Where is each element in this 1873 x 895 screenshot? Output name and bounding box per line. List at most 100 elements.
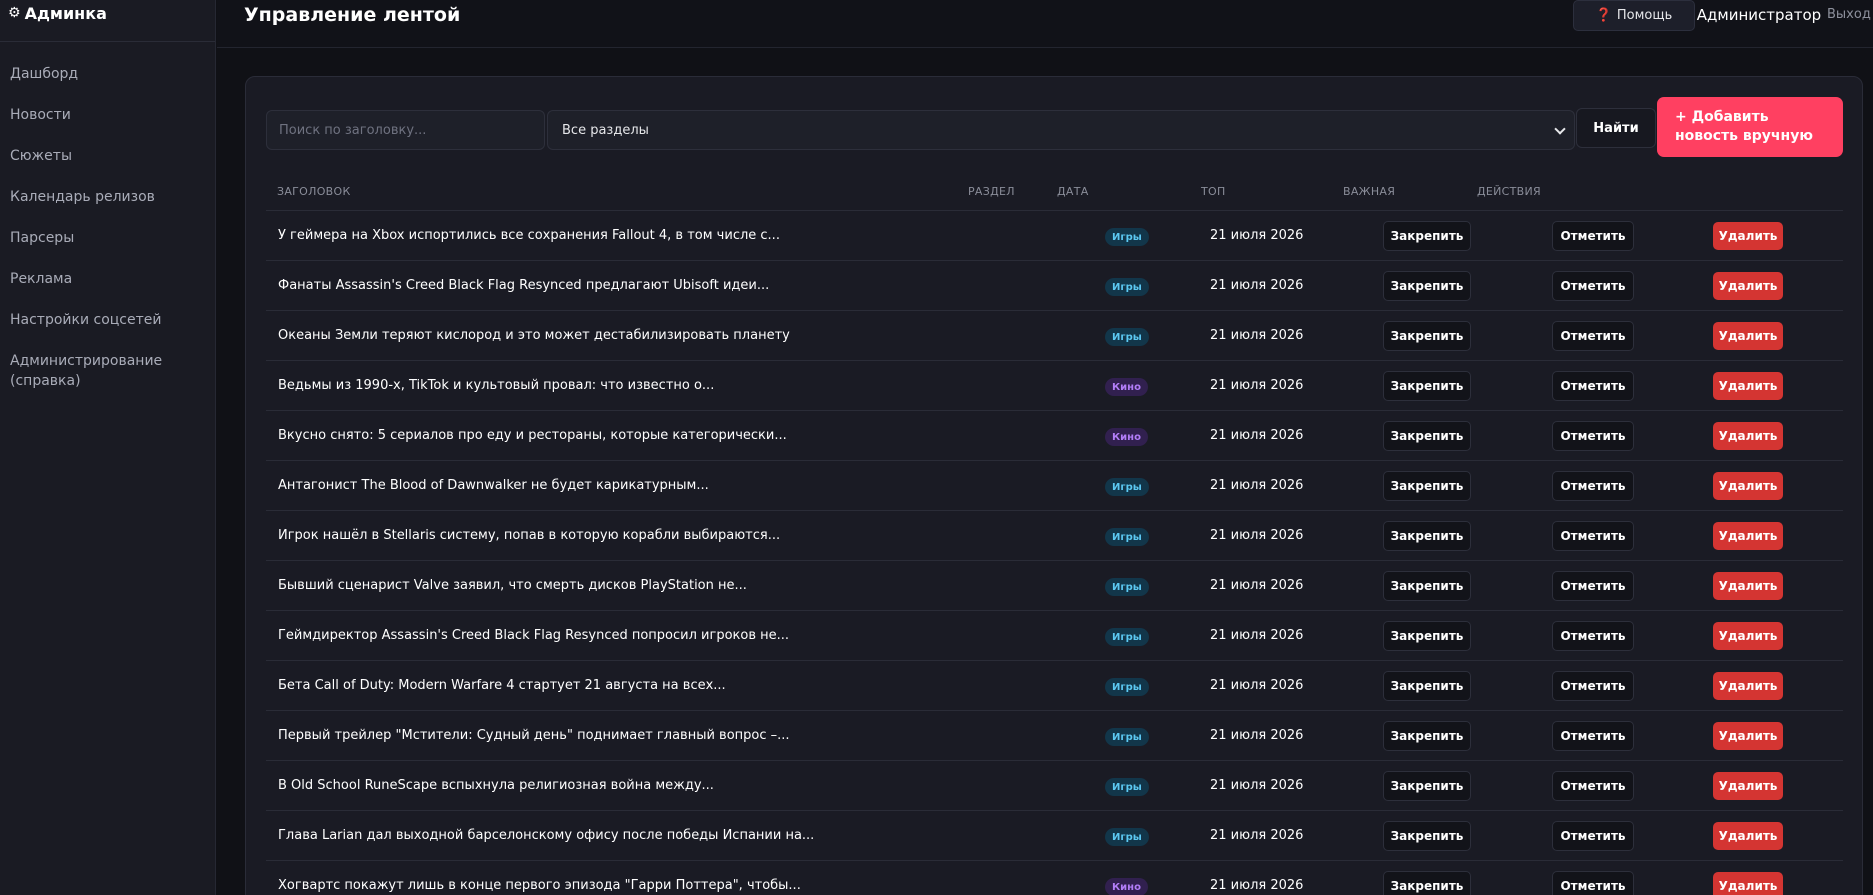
delete-button[interactable]: Удалить <box>1713 522 1783 550</box>
pin-button[interactable]: Закрепить <box>1383 571 1471 601</box>
news-title[interactable]: Хогвартс покажут лишь в конце первого эп… <box>278 878 801 893</box>
pin-button[interactable]: Закрепить <box>1383 671 1471 701</box>
pin-button[interactable]: Закрепить <box>1383 321 1471 351</box>
delete-button[interactable]: Удалить <box>1713 772 1783 800</box>
sidebar-item-parsers[interactable]: Парсеры <box>0 228 215 248</box>
page-title: Управление лентой <box>244 4 461 26</box>
delete-button[interactable]: Удалить <box>1713 322 1783 350</box>
table-row: Вкусно снято: 5 сериалов про еду и ресто… <box>266 411 1843 461</box>
sidebar-nav: Дашборд Новости Сюжеты Календарь релизов… <box>0 42 215 391</box>
pin-button[interactable]: Закрепить <box>1383 371 1471 401</box>
sidebar-item-stories[interactable]: Сюжеты <box>0 146 215 166</box>
table-row: Геймдиректор Assassin's Creed Black Flag… <box>266 611 1843 661</box>
news-date: 21 июля 2026 <box>1210 378 1304 393</box>
delete-button[interactable]: Удалить <box>1713 722 1783 750</box>
sidebar-item-ads[interactable]: Реклама <box>0 269 215 289</box>
mark-important-button[interactable]: Отметить <box>1552 471 1634 501</box>
pin-button[interactable]: Закрепить <box>1383 471 1471 501</box>
mark-important-button[interactable]: Отметить <box>1552 571 1634 601</box>
sidebar-item-news[interactable]: Новости <box>0 105 215 125</box>
mark-important-button[interactable]: Отметить <box>1552 671 1634 701</box>
delete-button[interactable]: Удалить <box>1713 222 1783 250</box>
news-title[interactable]: Океаны Земли теряют кислород и это может… <box>278 328 790 343</box>
delete-button[interactable]: Удалить <box>1713 672 1783 700</box>
news-title[interactable]: Ведьмы из 1990-х, TikTok и культовый про… <box>278 378 714 393</box>
mark-important-button[interactable]: Отметить <box>1552 371 1634 401</box>
section-badge: Игры <box>1105 328 1149 346</box>
news-title[interactable]: Первый трейлер "Мстители: Судный день" п… <box>278 728 790 743</box>
brand[interactable]: ⚙ Админка <box>0 0 215 42</box>
delete-button[interactable]: Удалить <box>1713 872 1783 895</box>
news-title[interactable]: Бывший сценарист Valve заявил, что смерт… <box>278 578 747 593</box>
pin-button[interactable]: Закрепить <box>1383 771 1471 801</box>
news-title[interactable]: Антагонист The Blood of Dawnwalker не бу… <box>278 478 709 493</box>
news-date: 21 июля 2026 <box>1210 628 1304 643</box>
delete-button[interactable]: Удалить <box>1713 622 1783 650</box>
mark-important-button[interactable]: Отметить <box>1552 821 1634 851</box>
mark-important-button[interactable]: Отметить <box>1552 221 1634 251</box>
table-row: У геймера на Xbox испортились все сохран… <box>266 211 1843 261</box>
news-title[interactable]: Глава Larian дал выходной барселонскому … <box>278 828 814 843</box>
delete-button[interactable]: Удалить <box>1713 422 1783 450</box>
section-badge: Игры <box>1105 828 1149 846</box>
mark-important-button[interactable]: Отметить <box>1552 521 1634 551</box>
section-badge: Кино <box>1105 428 1148 446</box>
top-header: Управление лентой ❓ Помощь Администратор… <box>217 0 1873 48</box>
column-header-section: РАЗДЕЛ <box>968 185 1015 198</box>
column-header-actions: ДЕЙСТВИЯ <box>1477 185 1541 198</box>
mark-important-button[interactable]: Отметить <box>1552 771 1634 801</box>
table-row: Первый трейлер "Мстители: Судный день" п… <box>266 711 1843 761</box>
sidebar-item-dashboard[interactable]: Дашборд <box>0 64 215 84</box>
delete-button[interactable]: Удалить <box>1713 822 1783 850</box>
news-title[interactable]: У геймера на Xbox испортились все сохран… <box>278 228 780 243</box>
help-label: Помощь <box>1616 8 1673 23</box>
news-title[interactable]: Игрок нашёл в Stellaris систему, попав в… <box>278 528 780 543</box>
section-badge: Игры <box>1105 678 1149 696</box>
table-row: Бывший сценарист Valve заявил, что смерт… <box>266 561 1843 611</box>
pin-button[interactable]: Закрепить <box>1383 821 1471 851</box>
help-button[interactable]: ❓ Помощь <box>1573 0 1695 31</box>
news-title[interactable]: Бета Call of Duty: Modern Warfare 4 стар… <box>278 678 726 693</box>
pin-button[interactable]: Закрепить <box>1383 871 1471 895</box>
mark-important-button[interactable]: Отметить <box>1552 271 1634 301</box>
pin-button[interactable]: Закрепить <box>1383 421 1471 451</box>
find-button[interactable]: Найти <box>1576 108 1656 148</box>
mark-important-button[interactable]: Отметить <box>1552 321 1634 351</box>
column-header-important: ВАЖНАЯ <box>1343 185 1396 198</box>
news-title[interactable]: В Old School RuneScape вспыхнула религио… <box>278 778 714 793</box>
news-date: 21 июля 2026 <box>1210 828 1304 843</box>
news-title[interactable]: Вкусно снято: 5 сериалов про еду и ресто… <box>278 428 787 443</box>
delete-button[interactable]: Удалить <box>1713 472 1783 500</box>
delete-button[interactable]: Удалить <box>1713 372 1783 400</box>
section-select-value: Все разделы <box>562 122 649 138</box>
news-title[interactable]: Фанаты Assassin's Creed Black Flag Resyn… <box>278 278 769 293</box>
search-input[interactable] <box>266 110 545 150</box>
news-date: 21 июля 2026 <box>1210 578 1304 593</box>
table-row: Антагонист The Blood of Dawnwalker не бу… <box>266 461 1843 511</box>
add-news-button[interactable]: + Добавить новость вручную <box>1657 97 1843 157</box>
mark-important-button[interactable]: Отметить <box>1552 421 1634 451</box>
delete-button[interactable]: Удалить <box>1713 572 1783 600</box>
sidebar-item-administration[interactable]: Администрирование (справка) <box>0 351 162 391</box>
pin-button[interactable]: Закрепить <box>1383 721 1471 751</box>
current-user: Администратор <box>1696 6 1822 24</box>
table-row: Хогвартс покажут лишь в конце первого эп… <box>266 861 1843 895</box>
pin-button[interactable]: Закрепить <box>1383 521 1471 551</box>
sidebar-item-social-settings[interactable]: Настройки соцсетей <box>0 310 215 330</box>
news-table-body: У геймера на Xbox испортились все сохран… <box>266 211 1843 895</box>
pin-button[interactable]: Закрепить <box>1383 621 1471 651</box>
pin-button[interactable]: Закрепить <box>1383 271 1471 301</box>
news-date: 21 июля 2026 <box>1210 528 1304 543</box>
mark-important-button[interactable]: Отметить <box>1552 721 1634 751</box>
sidebar-item-release-calendar[interactable]: Календарь релизов <box>0 187 215 207</box>
pin-button[interactable]: Закрепить <box>1383 221 1471 251</box>
chevron-down-icon <box>1554 123 1566 135</box>
delete-button[interactable]: Удалить <box>1713 272 1783 300</box>
logout-link[interactable]: Выход <box>1827 7 1871 22</box>
mark-important-button[interactable]: Отметить <box>1552 871 1634 895</box>
news-date: 21 июля 2026 <box>1210 278 1304 293</box>
column-header-title: ЗАГОЛОВОК <box>277 185 351 198</box>
mark-important-button[interactable]: Отметить <box>1552 621 1634 651</box>
section-select[interactable]: Все разделы <box>547 110 1575 150</box>
news-title[interactable]: Геймдиректор Assassin's Creed Black Flag… <box>278 628 789 643</box>
